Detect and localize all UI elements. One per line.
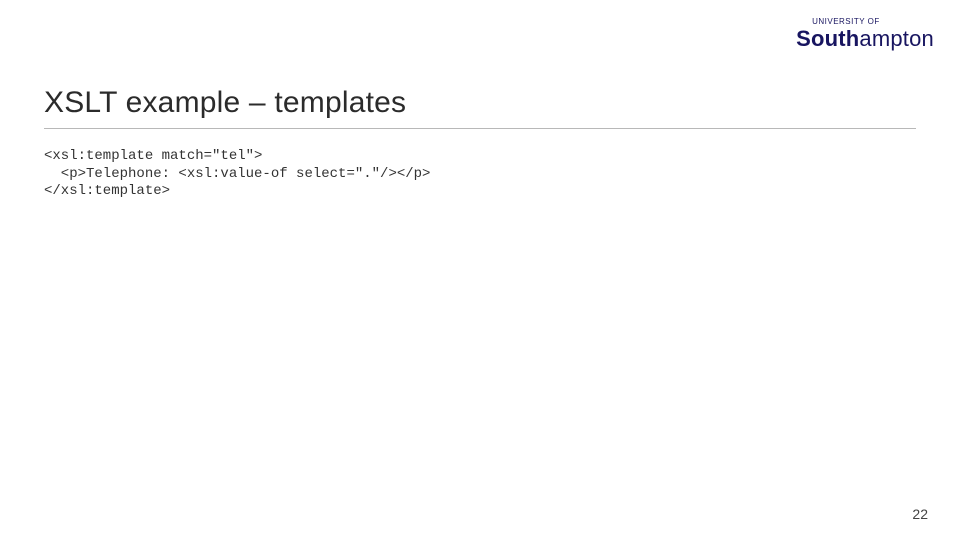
logo-overline: UNIVERSITY OF (812, 18, 934, 26)
page-number: 22 (912, 506, 928, 522)
code-line: <p>Telephone: <xsl:value-of select="."/>… (44, 166, 430, 184)
logo-name-rest: ampton (859, 26, 934, 51)
university-logo: UNIVERSITY OF Southampton (796, 18, 934, 50)
code-line: <xsl:template match="tel"> (44, 148, 430, 166)
logo-name: Southampton (796, 26, 934, 51)
code-block: <xsl:template match="tel"> <p>Telephone:… (44, 148, 430, 201)
code-line: </xsl:template> (44, 183, 430, 201)
logo-name-bold: South (796, 26, 859, 51)
slide: UNIVERSITY OF Southampton XSLT example –… (0, 0, 960, 540)
slide-title: XSLT example – templates (44, 86, 406, 120)
title-underline (44, 128, 916, 129)
